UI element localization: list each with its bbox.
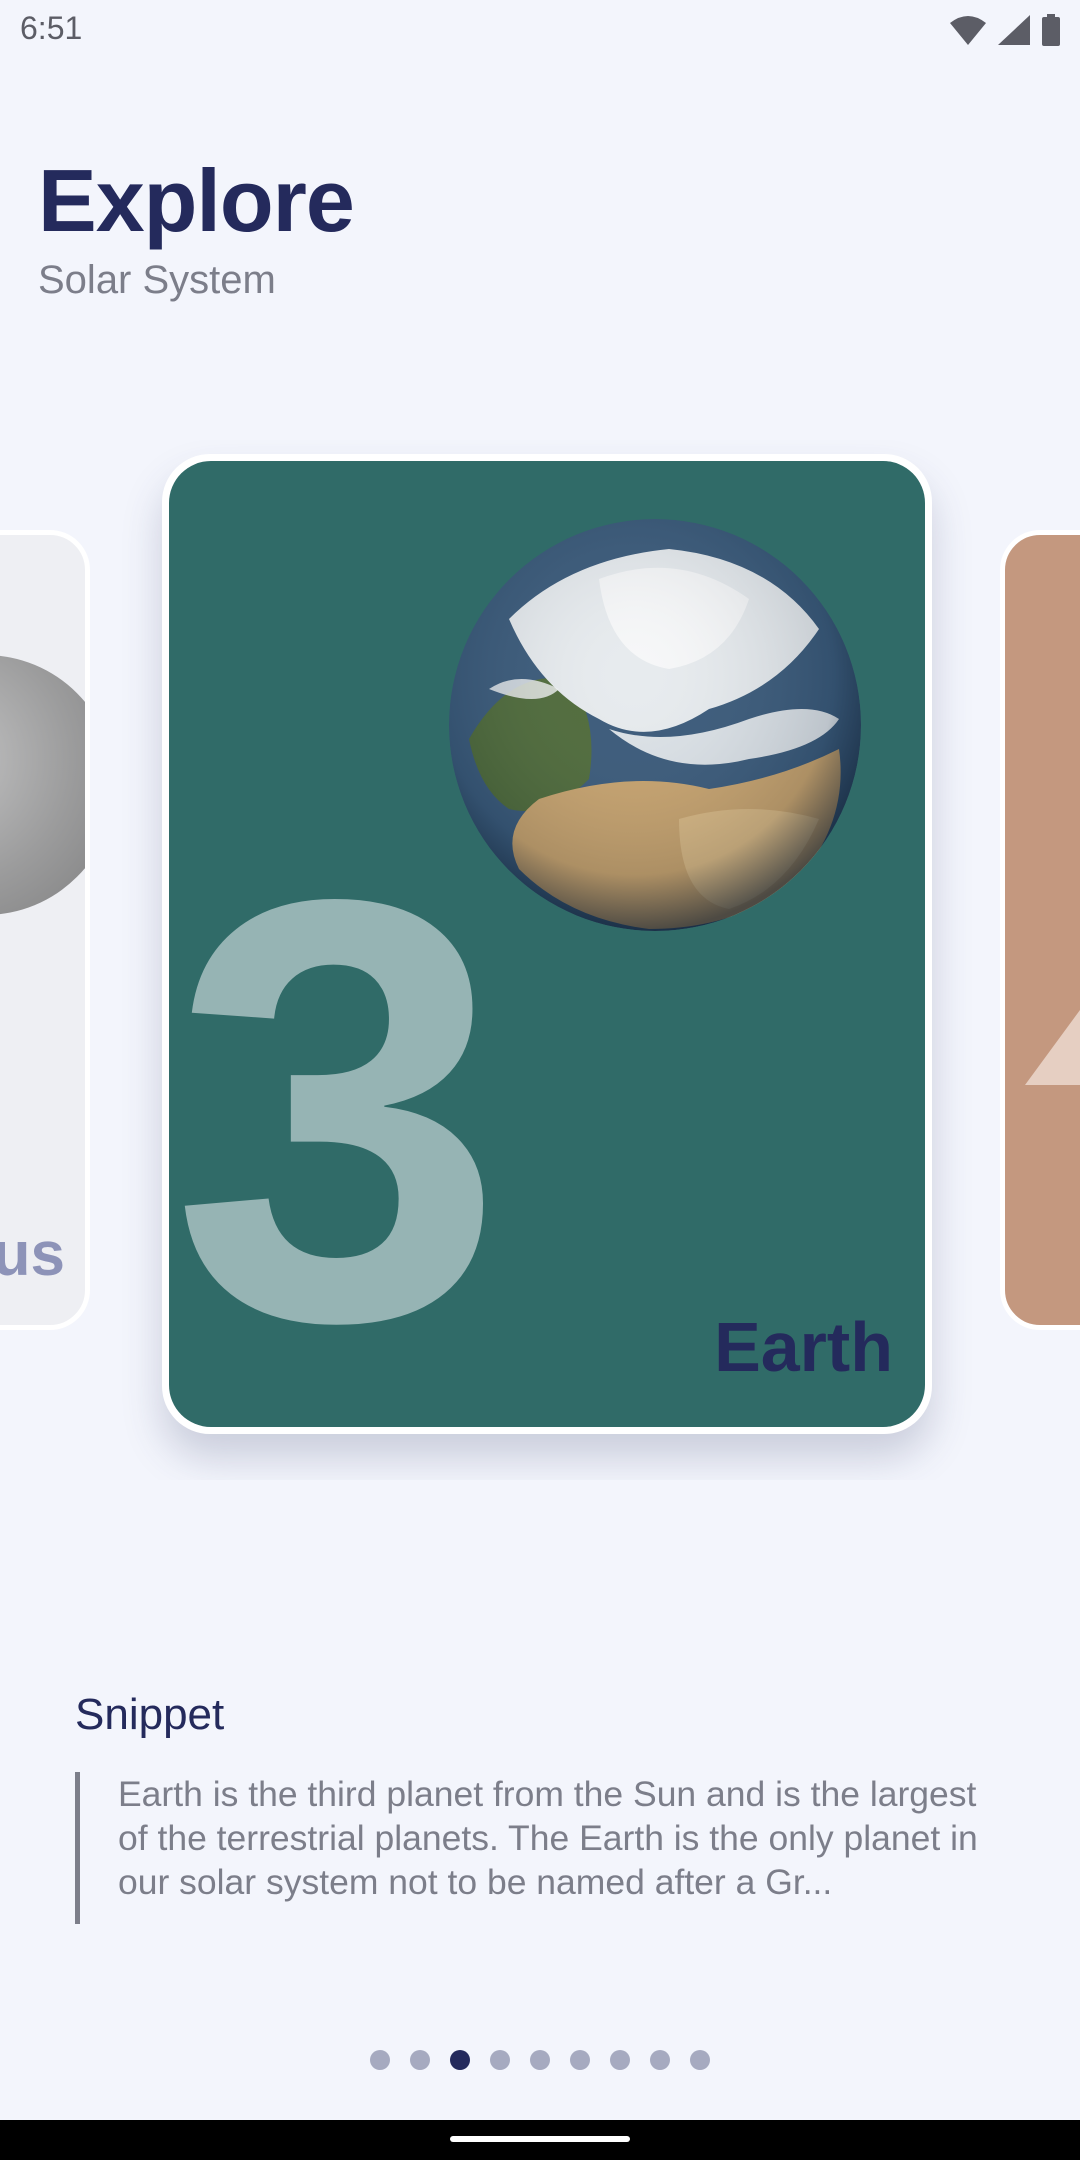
planet-card-current[interactable]: 3 Earth [162, 454, 932, 1434]
page-subtitle: Solar System [38, 258, 276, 302]
page-dot[interactable] [490, 2050, 510, 2070]
snippet-quote: Earth is the third planet from the Sun a… [75, 1772, 1005, 1924]
navigation-bar [0, 2120, 1080, 2160]
page-dot[interactable] [370, 2050, 390, 2070]
page-dot[interactable] [610, 2050, 630, 2070]
earth-globe-icon [449, 519, 861, 931]
home-handle[interactable] [450, 2136, 630, 2142]
wifi-icon [950, 16, 986, 45]
snippet-text: Earth is the third planet from the Sun a… [118, 1774, 978, 1902]
page-indicator[interactable] [0, 2050, 1080, 2070]
planet-name-previous: us [0, 1220, 65, 1289]
planet-card-next[interactable] [1000, 530, 1080, 1330]
battery-icon [1042, 14, 1060, 46]
planet-card-previous[interactable]: us [0, 530, 90, 1330]
status-bar: 6:51 [0, 0, 1080, 62]
status-icons [950, 12, 1060, 48]
page-dot[interactable] [530, 2050, 550, 2070]
page-dot[interactable] [690, 2050, 710, 2070]
signal-icon [998, 15, 1030, 45]
status-time: 6:51 [20, 10, 83, 46]
planet-card-body: 3 Earth [169, 461, 925, 1427]
page-title: Explore [38, 151, 355, 250]
page-dot[interactable] [650, 2050, 670, 2070]
page-dot[interactable] [570, 2050, 590, 2070]
planet-order-number-next [1025, 1010, 1080, 1085]
page-dot[interactable] [410, 2050, 430, 2070]
planet-name: Earth [714, 1308, 893, 1386]
page-dot[interactable] [450, 2050, 470, 2070]
snippet-heading: Snippet [75, 1690, 225, 1739]
planet-order-number: 3 [171, 776, 505, 1427]
planet-carousel[interactable]: us 3 [0, 440, 1080, 1480]
planet-image-previous [0, 655, 85, 915]
